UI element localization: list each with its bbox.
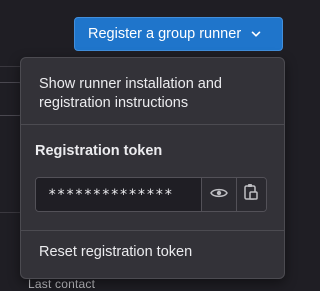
- eye-icon: [209, 186, 228, 204]
- register-group-runner-button[interactable]: Register a group runner: [74, 17, 283, 51]
- registration-token-value: **************: [36, 178, 201, 211]
- background-column-header: Last contact: [28, 277, 96, 291]
- chevron-down-icon: [250, 28, 262, 40]
- registration-token-field-group: **************: [35, 177, 267, 212]
- dropdown-divider: [21, 230, 284, 231]
- registration-token-heading: Registration token: [35, 143, 163, 159]
- register-runner-dropdown: Show runner installation and registratio…: [20, 57, 285, 279]
- reset-registration-token-item[interactable]: Reset registration token: [21, 241, 284, 264]
- reveal-token-button[interactable]: [201, 178, 236, 211]
- dropdown-divider: [21, 124, 284, 125]
- clipboard-icon: [244, 183, 258, 206]
- copy-token-button[interactable]: [235, 178, 266, 211]
- register-button-label: Register a group runner: [88, 26, 242, 42]
- background-divider: [0, 66, 22, 67]
- background-divider: [0, 212, 22, 213]
- show-runner-instructions-item[interactable]: Show runner installation and registratio…: [21, 68, 284, 120]
